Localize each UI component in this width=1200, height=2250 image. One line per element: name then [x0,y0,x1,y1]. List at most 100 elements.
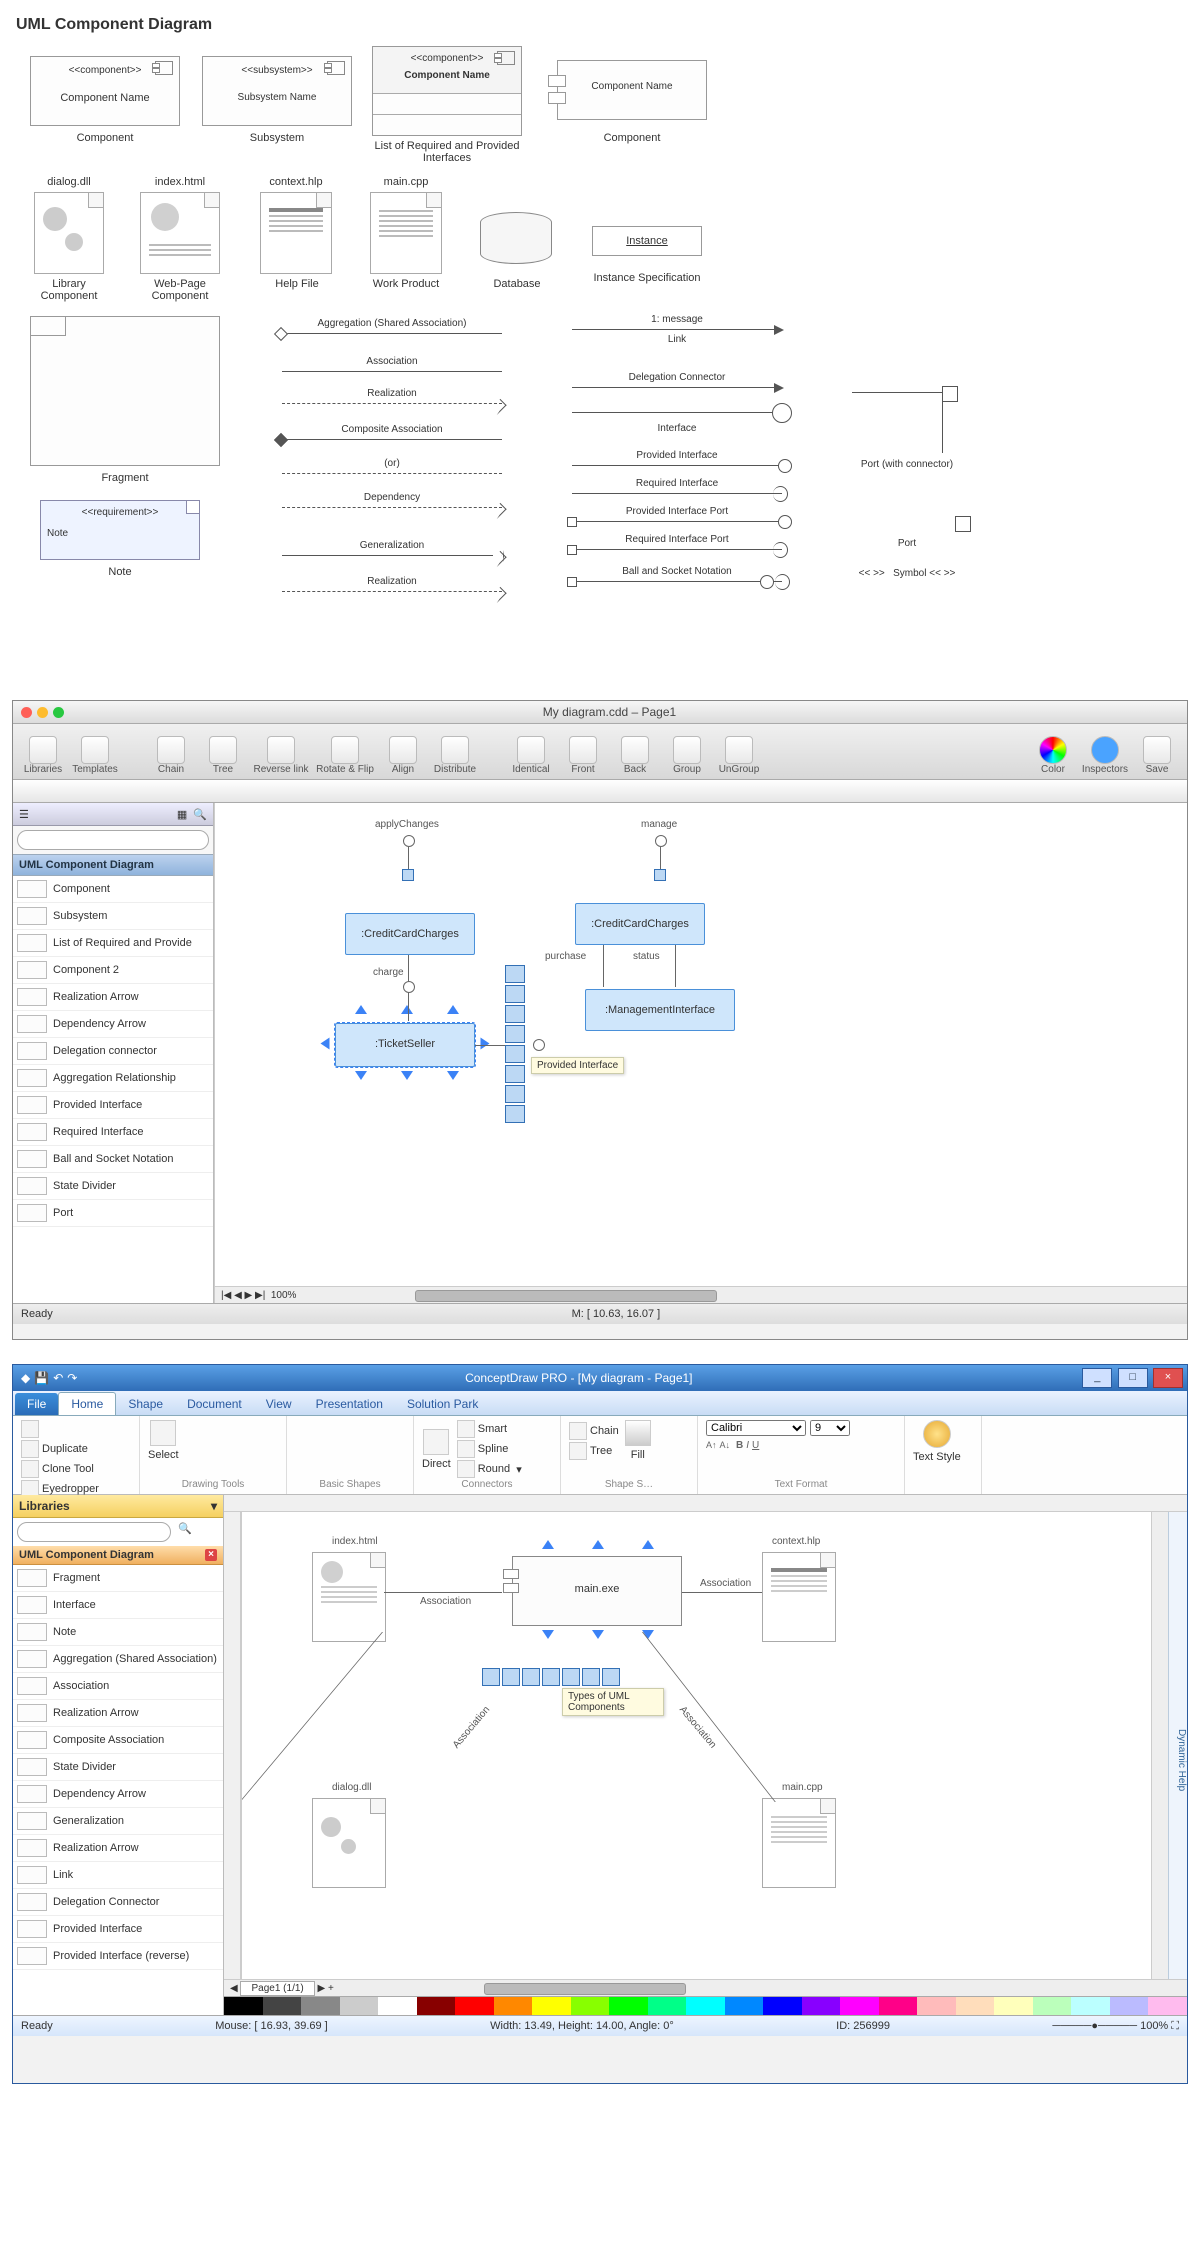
chevron-down-icon[interactable]: ▾ [211,1499,217,1513]
minimize-button[interactable]: _ [1082,1368,1112,1388]
search-icon[interactable]: 🔍 [175,1522,195,1542]
mac-subtoolbar[interactable] [13,780,1187,803]
tab-solutionpark[interactable]: Solution Park [395,1393,490,1415]
palette-item[interactable] [602,1668,620,1686]
tab-view[interactable]: View [254,1393,304,1415]
interface-node[interactable] [533,1039,545,1051]
shape-main[interactable]: main.exe [512,1556,682,1626]
btn-chain[interactable]: Chain [569,1422,619,1440]
btn-spline[interactable]: Spline [457,1440,522,1458]
palette-item[interactable] [542,1668,560,1686]
fullscreen-icon[interactable]: ⛶ [1171,2020,1179,2032]
list-item[interactable]: Interface [13,1592,223,1619]
minimize-icon[interactable] [37,707,48,718]
palette-item[interactable] [505,1105,525,1123]
list-item[interactable]: Provided Interface [13,1916,223,1943]
list-item[interactable]: Aggregation (Shared Association) [13,1646,223,1673]
maximize-button[interactable]: □ [1118,1368,1148,1388]
tb-front[interactable]: Front [559,736,607,775]
tab-home[interactable]: Home [58,1392,116,1415]
zoom-slider[interactable]: ─────●───── [1052,2020,1137,2032]
list-item[interactable]: Aggregation Relationship [13,1065,213,1092]
dynamic-help-strip[interactable]: Dynamic Help [1168,1512,1187,1979]
list-item[interactable]: Link [13,1862,223,1889]
color-palette[interactable] [224,1996,1187,2015]
palette-item[interactable] [562,1668,580,1686]
btn-direct[interactable]: Direct [422,1429,451,1470]
library-add-icon[interactable] [199,1522,219,1542]
btn-fill[interactable]: Fill [625,1420,651,1461]
list-item[interactable]: Dependency Arrow [13,1011,213,1038]
list-item[interactable]: Required Interface [13,1119,213,1146]
close-icon[interactable] [21,707,32,718]
palette-item[interactable] [505,1025,525,1043]
list-item[interactable]: State Divider [13,1754,223,1781]
library-header[interactable]: UML Component Diagram× [13,1546,223,1565]
qat-undo-icon[interactable]: ↶ [53,1371,63,1385]
search-input[interactable] [17,830,209,850]
traffic-lights[interactable] [13,707,72,718]
list-item[interactable]: Ball and Socket Notation [13,1146,213,1173]
list-item[interactable]: Dependency Arrow [13,1781,223,1808]
port-node[interactable] [402,869,414,881]
tb-inspectors[interactable]: Inspectors [1081,736,1129,775]
btn-round[interactable]: Round ▾ [457,1460,522,1478]
tb-color[interactable]: Color [1029,736,1077,775]
font-size-select[interactable]: 9 [810,1420,850,1436]
mac-titlebar[interactable]: My diagram.cdd – Page1 [13,701,1187,724]
list-item[interactable]: Subsystem [13,903,213,930]
page-tab-bar[interactable]: ◀ Page1 (1/1) ▶ + [224,1979,1187,1996]
list-item[interactable]: Port [13,1200,213,1227]
tb-reverse[interactable]: Reverse link [251,736,311,775]
list-item[interactable]: Association [13,1673,223,1700]
btn-smart[interactable]: Smart [457,1420,522,1438]
qat-redo-icon[interactable]: ↷ [67,1371,77,1385]
smaller-icon[interactable]: A↓ [720,1440,731,1451]
tab-document[interactable]: Document [175,1393,254,1415]
shape-cc2[interactable]: :CreditCardCharges [575,903,705,945]
vscroll[interactable] [1151,1512,1168,1979]
palette-item[interactable] [505,1005,525,1023]
close-button[interactable]: × [1153,1368,1183,1388]
list-item[interactable]: Delegation connector [13,1038,213,1065]
palette-item[interactable] [505,1065,525,1083]
shape-mgmt[interactable]: :ManagementInterface [585,989,735,1031]
palette-item[interactable] [482,1668,500,1686]
btn-paste[interactable] [21,1420,39,1438]
qat-save-icon[interactable]: 💾 [34,1371,49,1385]
tab-file[interactable]: File [15,1393,58,1415]
libraries-header[interactable]: Libraries▾ [13,1495,223,1518]
floating-palette[interactable] [482,1668,620,1686]
palette-item[interactable] [522,1668,540,1686]
palette-item[interactable] [505,985,525,1003]
close-icon[interactable]: × [205,1549,217,1561]
grid-icon[interactable]: ▦ [177,808,187,821]
larger-icon[interactable]: A↑ [706,1440,717,1451]
list-item[interactable]: Provided Interface [13,1092,213,1119]
library-list[interactable]: FragmentInterfaceNoteAggregation (Shared… [13,1565,223,2015]
shape-index[interactable] [312,1552,386,1642]
zoom-icon[interactable] [53,707,64,718]
list-item[interactable]: Component 2 [13,957,213,984]
library-header[interactable]: UML Component Diagram [13,854,213,876]
palette-item[interactable] [582,1668,600,1686]
list-item[interactable]: State Divider [13,1173,213,1200]
port-node[interactable] [654,869,666,881]
list-item[interactable]: List of Required and Provide [13,930,213,957]
tb-ungroup[interactable]: UnGroup [715,736,763,775]
list-icon[interactable]: ☰ [19,808,29,821]
list-item[interactable]: Provided Interface (reverse) [13,1943,223,1970]
scroll-thumb[interactable] [415,1290,717,1302]
btn-duplicate[interactable]: Duplicate [21,1440,88,1458]
tb-chain[interactable]: Chain [147,736,195,775]
btn-textstyle[interactable]: Text Style [913,1420,961,1463]
page-tab[interactable]: Page1 (1/1) [240,1981,314,1996]
tab-presentation[interactable]: Presentation [304,1393,395,1415]
list-item[interactable]: Realization Arrow [13,1835,223,1862]
shape-context[interactable] [762,1552,836,1642]
tb-rotate[interactable]: Rotate & Flip [315,736,375,775]
tb-distribute[interactable]: Distribute [431,736,479,775]
mac-canvas[interactable]: applyChanges manage :CreditCardCharges :… [214,803,1187,1303]
interface-node[interactable] [403,835,415,847]
ruler-v[interactable] [224,1512,241,1979]
